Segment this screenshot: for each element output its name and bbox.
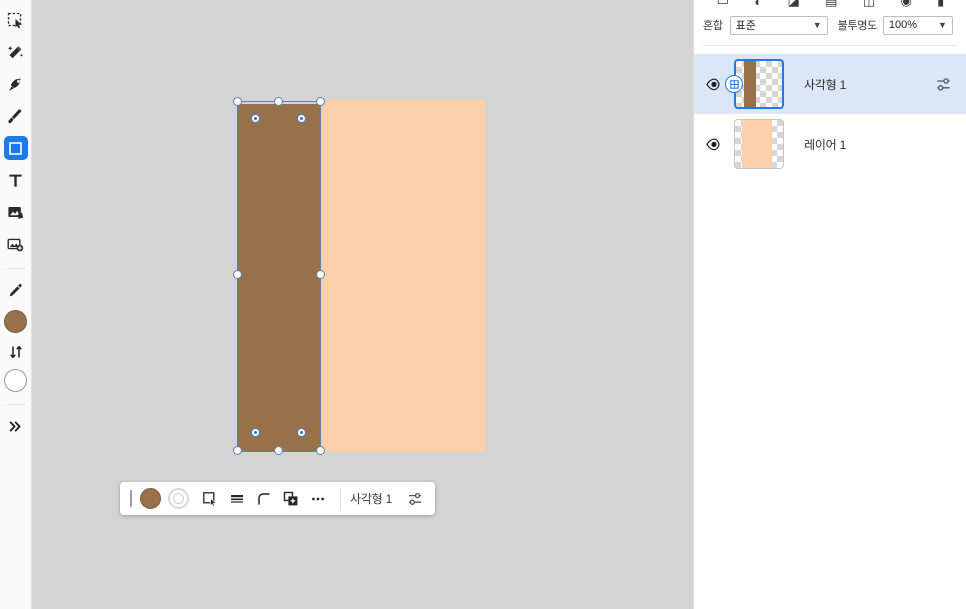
layer-thumbnail-wrap-shape[interactable]	[725, 59, 784, 109]
more-options-button[interactable]	[306, 487, 330, 511]
layer-name-background: 레이어 1	[804, 137, 847, 152]
magic-wand-tool[interactable]	[4, 40, 28, 64]
shape-rectangle-1[interactable]	[238, 104, 320, 452]
shape-context-toolbar: 사각형 1	[120, 482, 436, 515]
sliders-icon	[409, 492, 422, 505]
shape-link-icon[interactable]	[725, 75, 743, 93]
thumbnail-shape-content	[744, 61, 756, 107]
swap-colors-button[interactable]	[5, 342, 27, 362]
stroke-width-button[interactable]	[225, 487, 249, 511]
magic-wand-icon	[7, 45, 23, 58]
foreground-color-swatch[interactable]	[4, 310, 27, 333]
layer-visibility-toggle[interactable]	[701, 138, 727, 151]
ellipsis-icon	[312, 497, 324, 500]
double-chevron-right-icon	[9, 421, 21, 431]
stroke-lines-icon	[231, 494, 243, 503]
chevron-down-icon: ▼	[812, 19, 822, 30]
editor-window: 사각형 1 ▭ ◐ ◪ ▤ ◫ ◉ ▮ 혼합 표준 ▼ 불투명도 100% ▼ …	[0, 0, 966, 609]
blend-mode-value: 표준	[735, 20, 756, 32]
image-icon	[8, 206, 24, 219]
lasso-tool[interactable]	[4, 72, 28, 96]
panel-action-icons: ▭ ◐ ◪ ▤ ◫ ◉ ▮	[694, 0, 966, 10]
blend-mode-select[interactable]: 표준 ▼	[729, 15, 828, 35]
blend-opacity-row: 혼합 표준 ▼ 불투명도 100% ▼	[694, 12, 966, 38]
eyedropper-icon	[9, 283, 22, 296]
rectangle-shape-icon	[9, 141, 22, 155]
new-layer-icon[interactable]: ▭	[717, 0, 729, 9]
effects-icon[interactable]: ◉	[900, 0, 911, 9]
brush-icon	[8, 108, 22, 123]
panel-divider	[703, 45, 958, 46]
sliders-icon	[936, 77, 950, 91]
toolbar-divider-1	[6, 268, 25, 269]
chevron-down-icon: ▼	[938, 19, 947, 30]
shape-tool[interactable]	[3, 136, 28, 160]
mask-icon[interactable]: ◐	[754, 0, 762, 9]
artboard-layer-1[interactable]	[320, 100, 485, 452]
layer-visibility-toggle[interactable]	[701, 78, 727, 91]
group-icon[interactable]: ◫	[863, 0, 875, 9]
adjust-icon[interactable]: ◪	[788, 0, 800, 9]
opacity-value: 100%	[888, 19, 918, 31]
add-image-icon	[7, 238, 24, 251]
delete-icon[interactable]: ▮	[937, 0, 944, 9]
layer-row-shape[interactable]: 사각형 1	[694, 54, 966, 114]
toolbar-divider-2	[6, 404, 25, 405]
opacity-select[interactable]: 100% ▼	[882, 15, 953, 35]
eye-icon	[706, 78, 720, 90]
layers-panel: ▭ ◐ ◪ ▤ ◫ ◉ ▮ 혼합 표준 ▼ 불투명도 100% ▼ 사각형 1 …	[693, 0, 966, 609]
thumbnail-fill-content	[742, 120, 772, 168]
text-t-icon	[9, 174, 22, 187]
lasso-icon	[9, 76, 22, 91]
shape-settings-button[interactable]	[403, 487, 427, 511]
eyedropper-tool[interactable]	[4, 278, 28, 302]
expand-toolbar-button[interactable]	[4, 414, 28, 438]
corner-radius-icon	[258, 492, 270, 505]
brush-tool[interactable]	[4, 104, 28, 128]
layer-name-shape: 사각형 1	[804, 77, 847, 92]
shape-badge-glyph-icon	[729, 79, 739, 89]
blend-label: 혼합	[703, 20, 723, 32]
corner-radius-button[interactable]	[252, 487, 276, 511]
canvas-area[interactable]: 사각형 1	[32, 0, 693, 609]
merge-icon[interactable]: ▤	[825, 0, 837, 9]
drag-handle[interactable]	[130, 490, 132, 507]
duplicate-plus-icon	[283, 491, 298, 505]
background-color-swatch[interactable]	[4, 369, 27, 392]
swap-arrows-icon	[9, 346, 22, 358]
select-tool[interactable]	[4, 8, 28, 32]
layer-options-button[interactable]	[932, 73, 954, 95]
stroke-color-button[interactable]	[168, 488, 189, 509]
duplicate-button[interactable]	[279, 487, 303, 511]
left-toolbar	[0, 0, 32, 609]
context-shape-name: 사각형 1	[350, 492, 393, 506]
stroke-inner-ring-icon	[173, 493, 184, 504]
opacity-label: 불투명도	[837, 20, 878, 32]
text-tool[interactable]	[4, 168, 28, 192]
transform-icon	[203, 491, 217, 507]
layer-row-background[interactable]: 레이어 1	[694, 114, 966, 174]
eye-icon	[706, 138, 720, 150]
transform-button[interactable]	[198, 487, 222, 511]
add-image-tool[interactable]	[4, 232, 28, 256]
context-toolbar-divider	[340, 487, 341, 510]
layer-thumbnail-background	[734, 119, 784, 169]
layer-thumbnail-wrap-background[interactable]	[734, 119, 784, 169]
image-tool[interactable]	[4, 200, 28, 224]
fill-color-button[interactable]	[140, 488, 161, 509]
marquee-select-icon	[7, 12, 22, 28]
